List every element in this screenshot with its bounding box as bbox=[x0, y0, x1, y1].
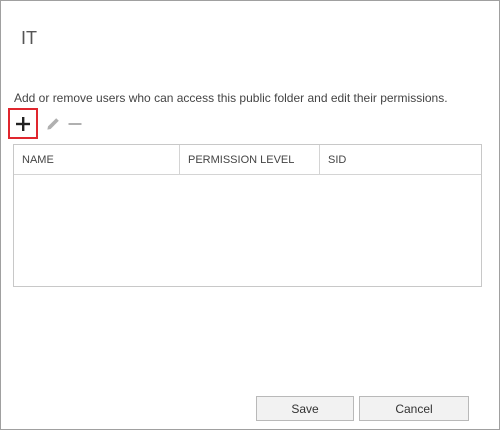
save-button[interactable]: Save bbox=[256, 396, 354, 421]
permissions-toolbar bbox=[8, 107, 86, 140]
remove-user-button[interactable] bbox=[64, 110, 86, 137]
cancel-button[interactable]: Cancel bbox=[359, 396, 469, 421]
column-header-name[interactable]: NAME bbox=[14, 145, 180, 174]
column-header-sid[interactable]: SID bbox=[320, 145, 481, 174]
dialog-description: Add or remove users who can access this … bbox=[14, 91, 448, 105]
column-header-permission-level[interactable]: PERMISSION LEVEL bbox=[180, 145, 320, 174]
grid-header: NAME PERMISSION LEVEL SID bbox=[14, 145, 481, 175]
dialog-title: IT bbox=[21, 28, 37, 48]
permissions-grid: NAME PERMISSION LEVEL SID bbox=[13, 144, 482, 287]
permissions-dialog: IT Add or remove users who can access th… bbox=[0, 0, 500, 430]
pencil-icon bbox=[47, 117, 59, 130]
plus-icon bbox=[16, 116, 30, 131]
add-user-button[interactable] bbox=[8, 108, 38, 139]
edit-user-button[interactable] bbox=[42, 110, 64, 137]
minus-icon bbox=[68, 122, 82, 125]
